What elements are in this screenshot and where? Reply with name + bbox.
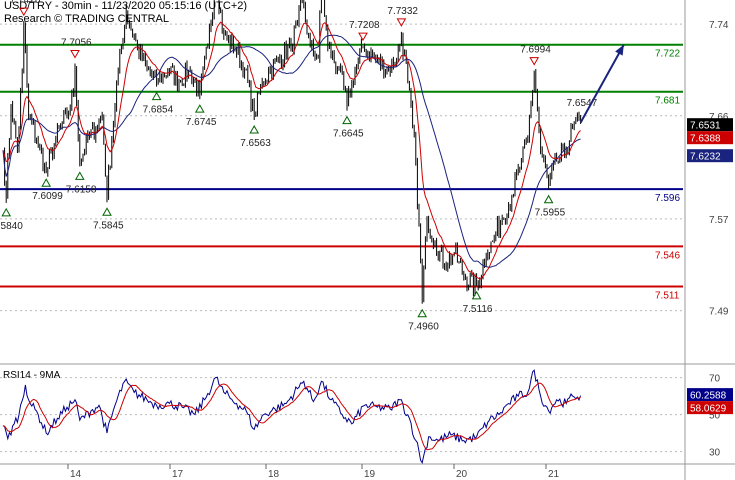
level-label-pivot: 7.596 bbox=[655, 193, 680, 204]
pivot-label: 7.6563 bbox=[240, 138, 271, 149]
pivot-label: 7.5845 bbox=[93, 220, 124, 231]
pivot-high-marker bbox=[18, 7, 29, 17]
pivot-label: 7.6745 bbox=[186, 117, 217, 128]
pivot-low-marker bbox=[102, 207, 112, 216]
pivot-label: 7.6099 bbox=[32, 191, 63, 202]
pivots: 7.58407.74267.60997.70567.61587.58457.75… bbox=[0, 0, 598, 333]
pivot-label: 7.5840 bbox=[0, 221, 23, 232]
pivot-label: 7.7332 bbox=[387, 6, 418, 17]
price-tick-label: 7.57 bbox=[709, 215, 729, 226]
pivot-low-marker bbox=[249, 125, 260, 134]
x-tick-label: 19 bbox=[364, 469, 376, 480]
x-tick-label: 21 bbox=[548, 469, 560, 480]
price-chart: RSI14 - 9MA 7.747.667.577.49705030 7.722… bbox=[0, 0, 735, 480]
rsi-panel bbox=[2, 369, 582, 464]
pivot-low-marker bbox=[194, 104, 205, 113]
pivot-high-marker bbox=[529, 57, 540, 66]
pivot-low-marker bbox=[342, 115, 352, 125]
pivot-label: 7.5955 bbox=[535, 208, 566, 219]
pivot-high-marker bbox=[396, 18, 407, 27]
grid: 7.747.667.577.49705030 bbox=[0, 20, 729, 459]
badge-label-rsi_ma: 58.0629 bbox=[690, 404, 727, 415]
pivot-label: 7.6994 bbox=[520, 45, 551, 56]
price-tick-label: 7.74 bbox=[709, 20, 729, 31]
x-tick-label: 18 bbox=[268, 469, 280, 480]
forecast-arrow-shaft bbox=[579, 44, 625, 124]
pivot-low-marker bbox=[151, 91, 162, 101]
pivot-low-marker bbox=[41, 178, 52, 187]
pivot-label: 7.6854 bbox=[143, 105, 174, 116]
badge-label-rsi: 60.2588 bbox=[690, 391, 727, 402]
price-badges: 7.6531 7.6388 7.6232 60.2588 58.0629 bbox=[687, 118, 733, 415]
level-label-resistance: 7.722 bbox=[655, 49, 680, 60]
x-tick-label: 17 bbox=[172, 469, 184, 480]
rsi-line bbox=[2, 369, 582, 464]
x-tick-label: 20 bbox=[456, 469, 468, 480]
pivot-label: 7.6158 bbox=[66, 184, 97, 195]
pivot-low-marker bbox=[1, 207, 12, 217]
pivot-high-marker bbox=[70, 50, 80, 59]
pivot-label: 7.7208 bbox=[349, 20, 380, 31]
badge-label-fast: 7.6388 bbox=[690, 134, 721, 145]
pivot-label: 7.4960 bbox=[408, 322, 439, 333]
pivot-label: 7.7426 bbox=[10, 0, 41, 6]
rsi-title: RSI14 - 9MA bbox=[3, 370, 61, 381]
pivot-label: 7.5116 bbox=[463, 304, 493, 315]
forecast-arrow bbox=[579, 44, 625, 124]
badge-label-price: 7.6531 bbox=[690, 121, 721, 132]
pivot-low-marker bbox=[543, 194, 554, 204]
x-axis: 14 17 18 19 20 21 bbox=[67, 464, 560, 480]
level-label-support: 7.511 bbox=[655, 291, 680, 302]
rsi-tick-label: 30 bbox=[709, 448, 721, 459]
level-label-resistance: 7.681 bbox=[655, 96, 680, 107]
pivot-label: 7.7056 bbox=[61, 38, 92, 49]
price-tick-label: 7.49 bbox=[709, 307, 729, 318]
rsi-tick-label: 70 bbox=[709, 374, 721, 385]
levels: 7.722 7.681 7.596 7.546 7.511 bbox=[0, 43, 683, 302]
slow-ma-line bbox=[2, 34, 581, 268]
pivot-low-marker bbox=[74, 171, 85, 180]
x-tick-label: 14 bbox=[70, 469, 82, 480]
badge-label-slow: 7.6232 bbox=[690, 152, 721, 163]
level-label-support: 7.546 bbox=[655, 250, 680, 261]
pivot-label: 7.6645 bbox=[333, 129, 364, 140]
pivot-high-marker bbox=[358, 32, 368, 42]
